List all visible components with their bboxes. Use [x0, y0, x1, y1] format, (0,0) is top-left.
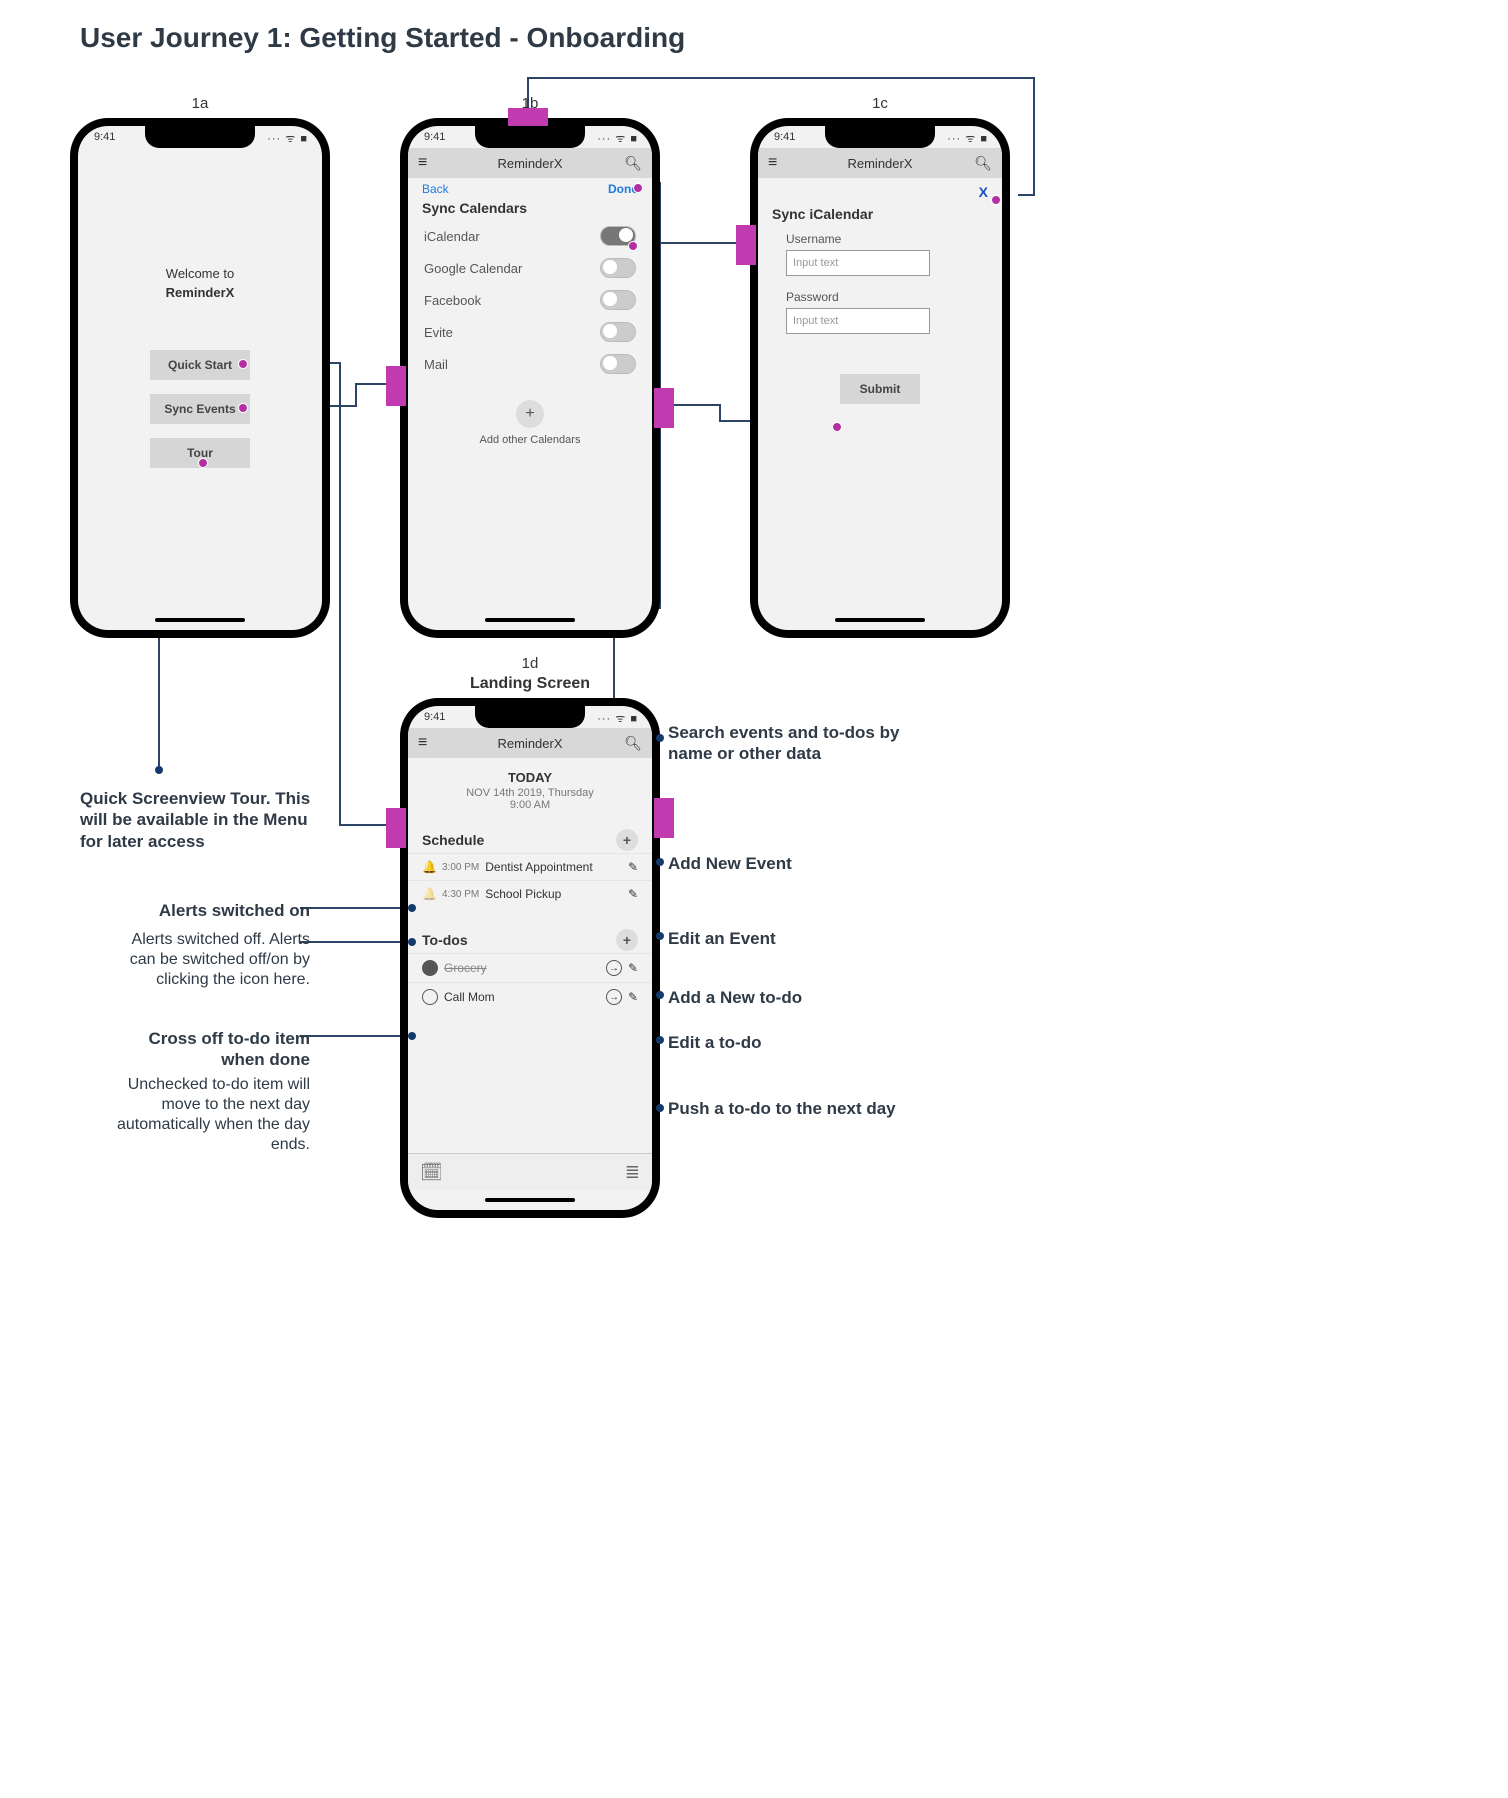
check-icon[interactable]: [422, 960, 438, 976]
phone-1a: 9:41··· ᯤ ■ Welcome to ReminderX Quick S…: [70, 118, 330, 638]
add-event-button[interactable]: +: [616, 829, 638, 851]
nav-title: ReminderX: [497, 736, 562, 751]
ann-edit-todo: Edit a to-do: [668, 1032, 761, 1053]
time-label: 9:00 AM: [408, 799, 652, 811]
phone-1b: 9:41··· ᯤ ■ ≡ ReminderX 🔍︎ Back Done Syn…: [400, 118, 660, 638]
edit-event-icon[interactable]: ✎: [628, 860, 638, 874]
notch: [145, 126, 255, 148]
ann-search: Search events and to-dos by name or othe…: [668, 722, 908, 765]
back-button[interactable]: Back: [422, 182, 449, 196]
sync-opt-facebook[interactable]: Facebook: [408, 284, 652, 316]
ann-edit-event: Edit an Event: [668, 928, 776, 949]
schedule-header: Schedule: [422, 832, 484, 848]
hamburger-icon[interactable]: ≡: [418, 734, 427, 752]
username-label: Username: [786, 232, 974, 246]
sync-opt-mail[interactable]: Mail: [408, 348, 652, 380]
label-1c: 1c: [750, 95, 1010, 112]
journey-title: User Journey 1: Getting Started - Onboar…: [80, 22, 685, 54]
check-icon[interactable]: [422, 989, 438, 1005]
ann-alert-off: Alerts switched off. Alerts can be switc…: [110, 930, 310, 990]
welcome-line: Welcome to: [78, 266, 322, 281]
search-icon[interactable]: 🔍︎: [974, 155, 992, 172]
list-icon[interactable]: ≣: [625, 1162, 640, 1183]
ann-alert-on: Alerts switched on: [110, 900, 310, 921]
username-input[interactable]: Input text: [786, 250, 930, 276]
calendar-icon[interactable]: 🗓︎: [420, 1162, 443, 1183]
todos-header: To-dos: [422, 932, 468, 948]
password-input[interactable]: Input text: [786, 308, 930, 334]
phone-1d: 9:41··· ᯤ ■ ≡ ReminderX 🔍︎ TODAY NOV 14t…: [400, 698, 660, 1218]
event-row: 🔔 3:00 PM Dentist Appointment ✎: [408, 853, 652, 880]
push-icon[interactable]: →: [606, 960, 622, 976]
today-label: TODAY: [408, 770, 652, 785]
ann-tour: Quick Screenview Tour. This will be avai…: [80, 788, 320, 852]
search-icon[interactable]: 🔍︎: [624, 735, 642, 752]
label-1d-sub: Landing Screen: [400, 675, 660, 693]
ann-cross: Cross off to-do item when done: [110, 1028, 310, 1071]
submit-button[interactable]: Submit: [840, 374, 920, 404]
hamburger-icon[interactable]: ≡: [768, 154, 777, 172]
navbar: ≡ ReminderX 🔍︎: [408, 148, 652, 178]
password-label: Password: [786, 290, 974, 304]
todo-row: Grocery → ✎: [408, 953, 652, 982]
edit-todo-icon[interactable]: ✎: [628, 990, 638, 1004]
bottom-bar: 🗓︎ ≣: [408, 1153, 652, 1190]
sync-events-button[interactable]: Sync Events: [150, 394, 250, 424]
label-1a: 1a: [70, 95, 330, 112]
nav-title: ReminderX: [847, 156, 912, 171]
ann-add-event: Add New Event: [668, 853, 792, 874]
close-icon[interactable]: X: [979, 184, 988, 200]
event-row: 🔔 4:30 PM School Pickup ✎: [408, 880, 652, 907]
home-indicator: [155, 618, 245, 622]
sync-opt-icalendar[interactable]: iCalendar: [408, 220, 652, 252]
welcome-app: ReminderX: [78, 285, 322, 300]
bell-on-icon[interactable]: 🔔: [422, 860, 436, 874]
add-other-label: Add other Calendars: [408, 434, 652, 446]
edit-todo-icon[interactable]: ✎: [628, 961, 638, 975]
add-todo-button[interactable]: +: [616, 929, 638, 951]
push-icon[interactable]: →: [606, 989, 622, 1005]
hamburger-icon[interactable]: ≡: [418, 154, 427, 172]
quick-start-button[interactable]: Quick Start: [150, 350, 250, 380]
ann-unchecked: Unchecked to-do item will move to the ne…: [110, 1075, 310, 1155]
ann-add-todo: Add a New to-do: [668, 987, 802, 1008]
edit-event-icon[interactable]: ✎: [628, 887, 638, 901]
add-calendar-button[interactable]: +: [516, 400, 544, 428]
todo-row: Call Mom → ✎: [408, 982, 652, 1011]
date-label: NOV 14th 2019, Thursday: [408, 787, 652, 799]
sync-opt-evite[interactable]: Evite: [408, 316, 652, 348]
phone-1c: 9:41··· ᯤ ■ ≡ ReminderX 🔍︎ X Sync iCalen…: [750, 118, 1010, 638]
sync-opt-google[interactable]: Google Calendar: [408, 252, 652, 284]
nav-title: ReminderX: [497, 156, 562, 171]
ann-push-todo: Push a to-do to the next day: [668, 1098, 896, 1119]
label-1d: 1d: [400, 655, 660, 672]
search-icon[interactable]: 🔍︎: [624, 155, 642, 172]
bell-off-icon[interactable]: 🔔: [422, 887, 436, 901]
